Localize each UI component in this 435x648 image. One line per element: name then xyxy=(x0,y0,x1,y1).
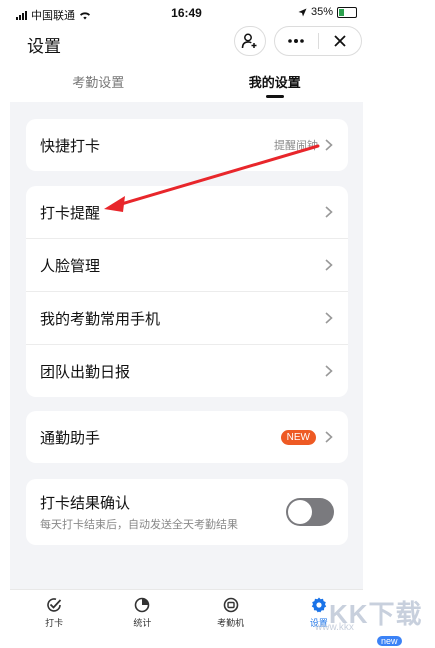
battery-percent: 35% xyxy=(310,6,333,18)
settings-list-card: 打卡提醒 人脸管理 我的考勤常用手机 团队出勤日报 xyxy=(26,186,348,397)
close-icon xyxy=(334,35,346,47)
punch-confirm-label: 打卡结果确认 xyxy=(40,495,131,512)
status-bar: 中国联通 16:49 35% xyxy=(10,0,363,26)
page-title: 设置 xyxy=(27,37,61,56)
settings-tabs: 考勤设置 我的设置 xyxy=(10,70,363,102)
common-phone-row[interactable]: 我的考勤常用手机 xyxy=(26,291,348,344)
close-button[interactable] xyxy=(319,27,362,55)
bottom-tab-punch[interactable]: 打卡 xyxy=(10,590,98,635)
watermark-url: www.kkx xyxy=(315,622,354,633)
location-icon xyxy=(298,8,307,16)
punch-confirm-description: 每天打卡结束后，自动发送全天考勤结果 xyxy=(40,519,238,531)
watermark-badge: new xyxy=(377,636,402,646)
bottom-tab-machine[interactable]: 考勤机 xyxy=(187,590,275,635)
pie-chart-icon xyxy=(135,597,150,613)
phone-screen: 中国联通 16:49 35% 设置 考勤设置 我的设置 快捷打卡 提醒闹钟 打卡… xyxy=(10,0,363,635)
attendance-machine-icon xyxy=(223,597,238,613)
chevron-right-icon xyxy=(325,206,333,218)
battery-icon xyxy=(337,6,357,18)
punch-confirm-row: 打卡结果确认 每天打卡结束后，自动发送全天考勤结果 xyxy=(26,479,348,545)
commute-card: 通勤助手 NEW xyxy=(26,411,348,463)
chevron-right-icon xyxy=(325,312,333,324)
more-button[interactable] xyxy=(275,27,318,55)
quick-punch-row[interactable]: 快捷打卡 提醒闹钟 xyxy=(26,119,348,171)
chevron-right-icon xyxy=(325,259,333,271)
punch-confirm-toggle[interactable] xyxy=(286,498,334,526)
chevron-right-icon xyxy=(325,431,333,443)
watermark: KK下载 www.kkx new xyxy=(311,590,431,648)
quick-punch-card: 快捷打卡 提醒闹钟 xyxy=(26,119,348,171)
punch-confirm-card: 打卡结果确认 每天打卡结束后，自动发送全天考勤结果 xyxy=(26,479,348,545)
bottom-tab-stats[interactable]: 统计 xyxy=(98,590,186,635)
chevron-right-icon xyxy=(325,139,333,151)
new-badge: NEW xyxy=(280,429,316,445)
quick-punch-hint: 提醒闹钟 xyxy=(274,140,318,152)
team-daily-report-row[interactable]: 团队出勤日报 xyxy=(26,344,348,397)
add-contact-button[interactable] xyxy=(234,26,266,56)
punch-reminder-row[interactable]: 打卡提醒 xyxy=(26,186,348,238)
mini-program-capsule xyxy=(274,26,362,56)
tab-my-settings[interactable]: 我的设置 xyxy=(187,70,364,102)
tab-attendance-settings[interactable]: 考勤设置 xyxy=(10,70,187,102)
commute-assistant-row[interactable]: 通勤助手 NEW xyxy=(26,411,348,463)
more-icon xyxy=(288,39,305,43)
face-management-row[interactable]: 人脸管理 xyxy=(26,238,348,291)
check-circle-icon xyxy=(47,598,62,612)
add-person-icon xyxy=(241,33,257,49)
page-header: 设置 考勤设置 我的设置 xyxy=(10,26,363,102)
chevron-right-icon xyxy=(325,365,333,377)
active-tab-indicator xyxy=(265,95,284,98)
